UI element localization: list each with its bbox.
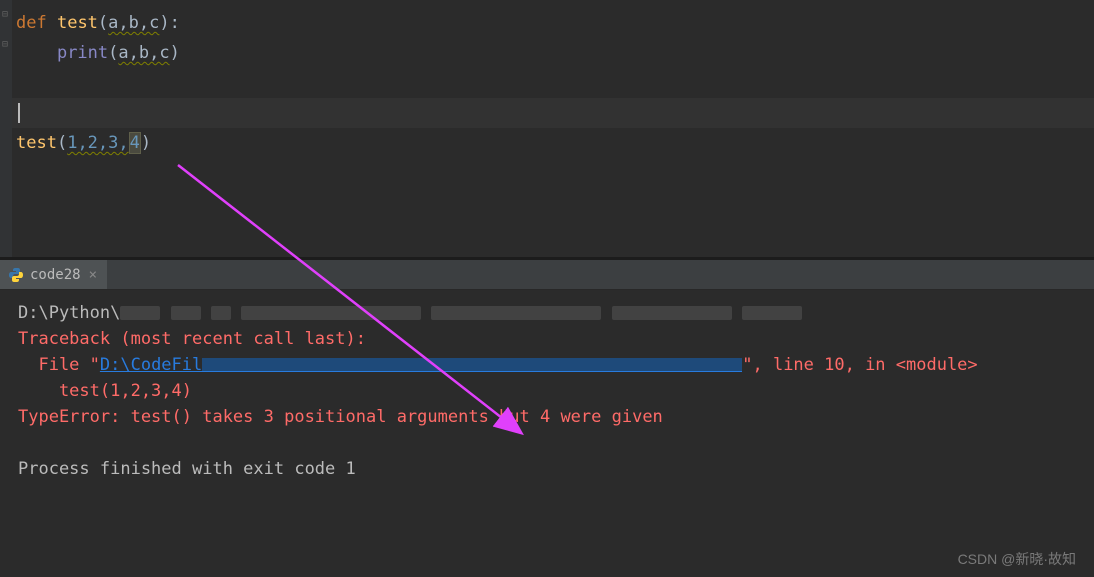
command-line: D:\Python\	[18, 300, 1076, 326]
close-icon[interactable]: ×	[87, 267, 99, 283]
redacted-link	[202, 358, 742, 372]
blank-line	[18, 430, 1076, 456]
traceback-file: File "D:\CodeFil", line 10, in <module>	[18, 352, 1076, 378]
code-line-3[interactable]	[0, 68, 1094, 98]
traceback-call: test(1,2,3,4)	[18, 378, 1076, 404]
fold-icon[interactable]: ⊟	[2, 10, 12, 20]
python-file-icon	[8, 267, 24, 283]
code-line-4-current[interactable]	[0, 98, 1094, 128]
watermark: CSDN @新晓·故知	[958, 549, 1076, 569]
tab-code28[interactable]: code28 ×	[0, 260, 107, 289]
fold-icon[interactable]: ⊟	[2, 40, 12, 50]
redacted-block	[120, 306, 160, 320]
editor-gutter: ⊟ ⊟	[0, 0, 12, 257]
keyword-def: def	[16, 13, 47, 33]
exit-code-line: Process finished with exit code 1	[18, 456, 1076, 482]
function-call: test	[16, 133, 57, 153]
function-name: test	[57, 13, 98, 33]
console-tab-bar: code28 ×	[0, 260, 1094, 290]
builtin-print: print	[57, 43, 108, 63]
tab-label: code28	[30, 267, 81, 283]
code-editor[interactable]: ⊟ ⊟ def test(a,b,c): print(a,b,c) test(1…	[0, 0, 1094, 257]
params: a,b,c	[108, 13, 159, 33]
file-link[interactable]: D:\CodeFil	[100, 355, 202, 375]
args: a,b,c	[118, 43, 169, 63]
error-message: TypeError: test() takes 3 positional arg…	[18, 404, 1076, 430]
caret	[18, 103, 20, 123]
code-line-1[interactable]: def test(a,b,c):	[0, 8, 1094, 38]
traceback-header: Traceback (most recent call last):	[18, 326, 1076, 352]
highlighted-arg: 4	[129, 132, 141, 154]
args-numbers: 1,2,3,	[67, 133, 128, 153]
console-output[interactable]: D:\Python\ Traceback (most recent call l…	[0, 290, 1094, 492]
code-line-2[interactable]: print(a,b,c)	[0, 38, 1094, 68]
code-line-5[interactable]: test(1,2,3,4)	[0, 128, 1094, 158]
